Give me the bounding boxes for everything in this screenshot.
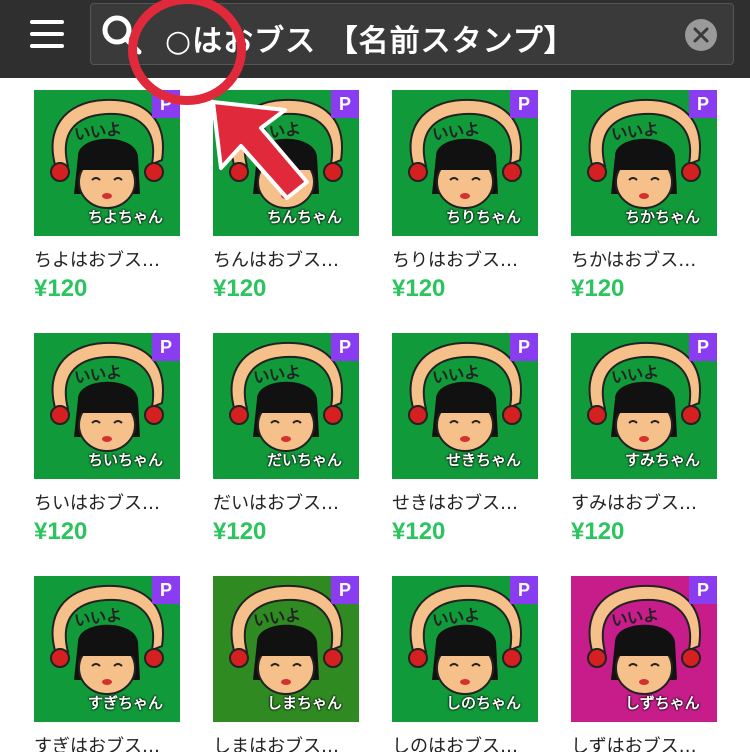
thumbnail-caption: ちりちゃん xyxy=(446,208,522,226)
thumbnail-caption: すみちゃん xyxy=(625,451,701,469)
sticker-price: ¥120 xyxy=(34,275,88,302)
close-icon xyxy=(693,27,709,43)
search-bar[interactable]: ○はおブス 【名前スタンプ】 xyxy=(90,3,734,65)
sticker-title[interactable]: せきはおブス… xyxy=(392,489,518,515)
premium-badge: P xyxy=(510,90,538,118)
sticker-thumbnail[interactable]: P だいちゃん いいよ xyxy=(213,333,359,479)
search-query-text[interactable]: ○はおブス 【名前スタンプ】 xyxy=(165,16,575,60)
sticker-thumbnail[interactable]: P すぎちゃん いいよ xyxy=(34,576,180,722)
sticker-title[interactable]: すぎはおブス… xyxy=(34,732,160,752)
thumbnail-caption: せきちゃん xyxy=(446,451,522,469)
sticker-thumbnail[interactable]: P すみちゃん いいよ xyxy=(571,333,717,479)
premium-badge: P xyxy=(152,333,180,361)
clear-search-button[interactable] xyxy=(685,19,717,51)
thumbnail-caption: しずちゃん xyxy=(625,694,700,712)
sticker-thumbnail[interactable]: P ちかちゃん いいよ xyxy=(571,90,717,236)
premium-badge: P xyxy=(331,576,359,604)
sticker-price: ¥120 xyxy=(392,518,446,545)
premium-badge: P xyxy=(510,333,538,361)
sticker-title[interactable]: ちりはおブス… xyxy=(392,246,518,272)
sticker-price: ¥120 xyxy=(571,275,625,302)
thumbnail-caption: ちかちゃん xyxy=(625,208,701,226)
thumbnail-caption: ちいちゃん xyxy=(88,451,164,469)
thumbnail-caption: ちんちゃん xyxy=(267,208,343,226)
thumbnail-caption: だいちゃん xyxy=(267,451,343,469)
sticker-title[interactable]: しまはおブス… xyxy=(213,732,339,752)
sticker-thumbnail[interactable]: P ちいちゃん いいよ xyxy=(34,333,180,479)
sticker-title[interactable]: だいはおブス… xyxy=(213,489,339,515)
thumbnail-caption: しのちゃん xyxy=(446,694,522,712)
premium-badge: P xyxy=(331,333,359,361)
sticker-title[interactable]: ちんはおブス… xyxy=(213,246,339,272)
premium-badge: P xyxy=(689,333,717,361)
premium-badge: P xyxy=(152,576,180,604)
sticker-title[interactable]: しのはおブス… xyxy=(392,732,518,752)
sticker-price: ¥120 xyxy=(571,518,625,545)
sticker-thumbnail[interactable]: P せきちゃん いいよ xyxy=(392,333,538,479)
sticker-price: ¥120 xyxy=(34,518,88,545)
sticker-title[interactable]: ちよはおブス… xyxy=(34,246,160,272)
search-icon[interactable] xyxy=(99,12,145,58)
thumbnail-caption: しまちゃん xyxy=(267,694,343,712)
sticker-thumbnail[interactable]: P しまちゃん いいよ xyxy=(213,576,359,722)
sticker-price: ¥120 xyxy=(213,275,267,302)
sticker-thumbnail[interactable]: P ちよちゃん いいよ xyxy=(34,90,180,236)
premium-badge: P xyxy=(689,90,717,118)
sticker-thumbnail[interactable]: P ちんちゃん いいよ xyxy=(213,90,359,236)
premium-badge: P xyxy=(689,576,717,604)
sticker-thumbnail[interactable]: P しずちゃん いいよ xyxy=(571,576,717,722)
sticker-title[interactable]: ちかはおブス… xyxy=(571,246,696,272)
thumbnail-caption: すぎちゃん xyxy=(88,694,164,712)
premium-badge: P xyxy=(152,90,180,118)
sticker-price: ¥120 xyxy=(392,275,446,302)
premium-badge: P xyxy=(331,90,359,118)
sticker-thumbnail[interactable]: P ちりちゃん いいよ xyxy=(392,90,538,236)
top-bar: ○はおブス 【名前スタンプ】 xyxy=(0,0,750,78)
sticker-title[interactable]: ちいはおブス… xyxy=(34,489,160,515)
sticker-price: ¥120 xyxy=(213,518,267,545)
hamburger-menu-icon[interactable] xyxy=(30,18,66,50)
sticker-title[interactable]: しずはおブス… xyxy=(571,732,697,752)
sticker-title[interactable]: すみはおブス… xyxy=(571,489,697,515)
sticker-thumbnail[interactable]: P しのちゃん いいよ xyxy=(392,576,538,722)
thumbnail-caption: ちよちゃん xyxy=(88,208,164,226)
premium-badge: P xyxy=(510,576,538,604)
